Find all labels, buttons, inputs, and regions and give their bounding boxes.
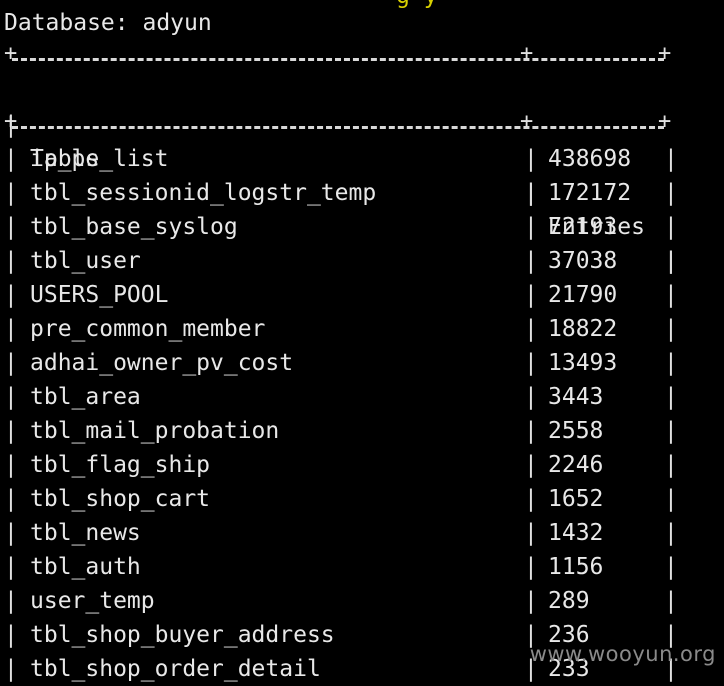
column-divider: | xyxy=(664,588,678,614)
column-divider: | xyxy=(664,384,678,410)
column-divider: | xyxy=(524,214,538,240)
column-divider: | xyxy=(4,214,18,240)
table-top-border: + + + xyxy=(4,41,672,66)
entries-cell: 72193 xyxy=(548,214,618,240)
table-row: | ip_ps_list | 438698 | xyxy=(4,142,684,176)
column-divider: | xyxy=(664,180,678,206)
column-divider: | xyxy=(4,554,18,580)
entries-cell: 37038 xyxy=(548,248,618,274)
column-divider: | xyxy=(524,146,538,172)
column-divider: | xyxy=(664,520,678,546)
table-row: | tbl_user | 37038 | xyxy=(4,244,684,278)
column-divider: | xyxy=(4,452,18,478)
table-name-cell: ip_ps_list xyxy=(30,146,169,172)
table-name-cell: tbl_news xyxy=(30,520,141,546)
table-row: | tbl_area | 3443 | xyxy=(4,380,684,414)
column-divider: | xyxy=(4,384,18,410)
column-divider: | xyxy=(664,316,678,342)
column-divider: | xyxy=(4,316,18,342)
truncated-previous-line: g y xyxy=(396,0,438,8)
entries-cell: 1652 xyxy=(548,486,604,512)
table-row: | adhai_owner_pv_cost | 13493 | xyxy=(4,346,684,380)
table-name-cell: USERS_POOL xyxy=(30,282,169,308)
table-name-cell: tbl_auth xyxy=(30,554,141,580)
table-name-cell: tbl_sessionid_logstr_temp xyxy=(30,180,377,206)
column-divider: | xyxy=(664,214,678,240)
column-divider: | xyxy=(664,282,678,308)
column-divider: | xyxy=(664,418,678,444)
table-row: | tbl_sessionid_logstr_temp | 172172 | xyxy=(4,176,684,210)
table-name-cell: tbl_base_syslog xyxy=(30,214,238,240)
table-name-cell: tbl_area xyxy=(30,384,141,410)
table-row: | tbl_news | 1432 | xyxy=(4,516,684,550)
table-row: | tbl_base_syslog | 72193 | xyxy=(4,210,684,244)
table-name-cell: tbl_shop_buyer_address xyxy=(30,622,335,648)
entries-cell: 18822 xyxy=(548,316,618,342)
table-header-border: + + + xyxy=(4,109,672,134)
column-divider: | xyxy=(4,350,18,376)
table-row: | tbl_shop_cart | 1652 | xyxy=(4,482,684,516)
entries-cell: 289 xyxy=(548,588,590,614)
table-name-cell: pre_common_member xyxy=(30,316,266,342)
entries-cell: 3443 xyxy=(548,384,604,410)
column-divider: | xyxy=(524,418,538,444)
entries-cell: 21790 xyxy=(548,282,618,308)
table-name-cell: tbl_shop_order_detail xyxy=(30,656,321,682)
table-row: | tbl_auth | 1156 | xyxy=(4,550,684,584)
entries-cell: 438698 xyxy=(548,146,632,172)
column-divider: | xyxy=(524,452,538,478)
terminal-output: g y Database: adyun + + + | Table | Entr… xyxy=(4,0,724,686)
column-divider: | xyxy=(4,418,18,444)
column-divider: | xyxy=(524,316,538,342)
database-name-line: Database: adyun xyxy=(4,10,212,36)
table-name-cell: tbl_mail_probation xyxy=(30,418,280,444)
column-divider: | xyxy=(4,588,18,614)
column-divider: | xyxy=(664,248,678,274)
table-name-cell: adhai_owner_pv_cost xyxy=(30,350,294,376)
watermark-text: www.wooyun.org xyxy=(529,642,716,666)
table-name-cell: tbl_user xyxy=(30,248,141,274)
column-divider: | xyxy=(524,180,538,206)
table-row: | pre_common_member | 18822 | xyxy=(4,312,684,346)
table-row: | tbl_mail_probation | 2558 | xyxy=(4,414,684,448)
column-divider: | xyxy=(524,554,538,580)
column-divider: | xyxy=(524,486,538,512)
column-divider: | xyxy=(4,180,18,206)
column-divider: | xyxy=(4,248,18,274)
column-divider: | xyxy=(664,486,678,512)
column-divider: | xyxy=(524,350,538,376)
column-divider: | xyxy=(4,656,18,682)
table-name-cell: tbl_flag_ship xyxy=(30,452,211,478)
column-divider: | xyxy=(664,350,678,376)
column-divider: | xyxy=(664,452,678,478)
table-row: | USERS_POOL | 21790 | xyxy=(4,278,684,312)
column-divider: | xyxy=(664,146,678,172)
table-header-row: | Table | Entries | xyxy=(4,74,684,274)
column-divider: | xyxy=(4,520,18,546)
table-name-cell: tbl_shop_cart xyxy=(30,486,211,512)
entries-cell: 13493 xyxy=(548,350,618,376)
entries-cell: 2558 xyxy=(548,418,604,444)
table-row: | tbl_flag_ship | 2246 | xyxy=(4,448,684,482)
entries-cell: 2246 xyxy=(548,452,604,478)
column-divider: | xyxy=(524,384,538,410)
column-divider: | xyxy=(4,486,18,512)
column-divider: | xyxy=(524,588,538,614)
table-row: | user_temp | 289 | xyxy=(4,584,684,618)
column-divider: | xyxy=(4,282,18,308)
entries-cell: 1432 xyxy=(548,520,604,546)
column-divider: | xyxy=(4,622,18,648)
table-name-cell: user_temp xyxy=(30,588,155,614)
column-divider: | xyxy=(4,146,18,172)
entries-cell: 172172 xyxy=(548,180,632,206)
column-divider: | xyxy=(524,520,538,546)
column-divider: | xyxy=(664,554,678,580)
column-divider: | xyxy=(524,282,538,308)
column-divider: | xyxy=(524,248,538,274)
entries-cell: 1156 xyxy=(548,554,604,580)
